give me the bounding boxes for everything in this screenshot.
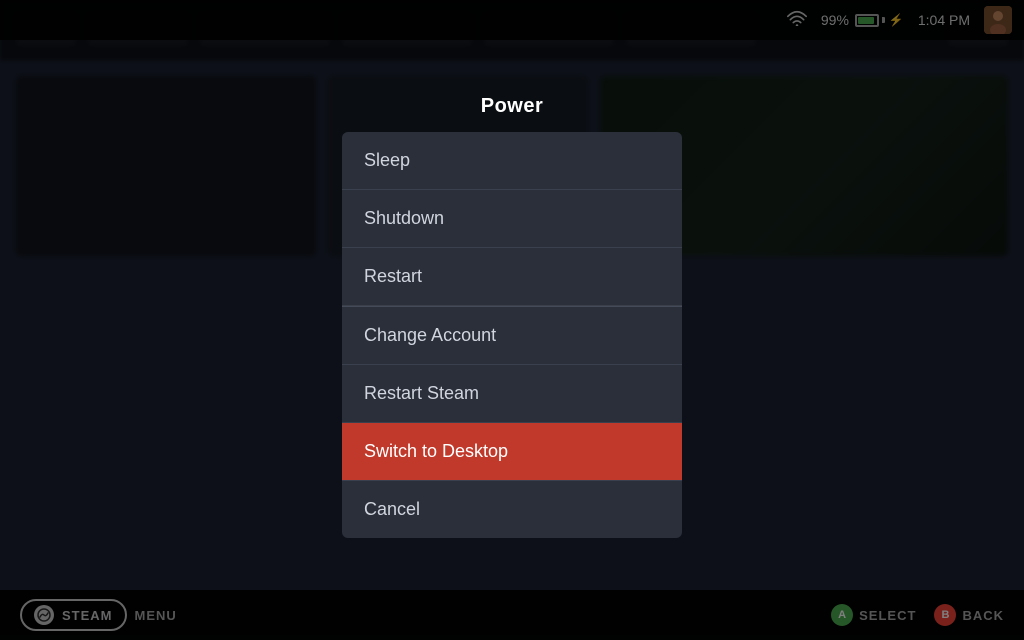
power-item-restart[interactable]: Restart <box>342 248 682 305</box>
power-item-shutdown[interactable]: Shutdown <box>342 190 682 248</box>
power-item-cancel[interactable]: Cancel <box>342 481 682 538</box>
power-section-top: Sleep Shutdown Restart <box>342 132 682 306</box>
power-dialog: Power Sleep Shutdown Restart Change Acco… <box>342 95 682 538</box>
power-menu: Sleep Shutdown Restart Change Account Re… <box>342 132 682 538</box>
power-item-switch-desktop[interactable]: Switch to Desktop <box>342 423 682 481</box>
power-section-bottom: Change Account Restart Steam Switch to D… <box>342 307 682 538</box>
power-item-restart-steam[interactable]: Restart Steam <box>342 365 682 423</box>
power-item-change-account[interactable]: Change Account <box>342 307 682 365</box>
power-item-sleep[interactable]: Sleep <box>342 132 682 190</box>
power-dialog-title: Power <box>342 95 682 118</box>
